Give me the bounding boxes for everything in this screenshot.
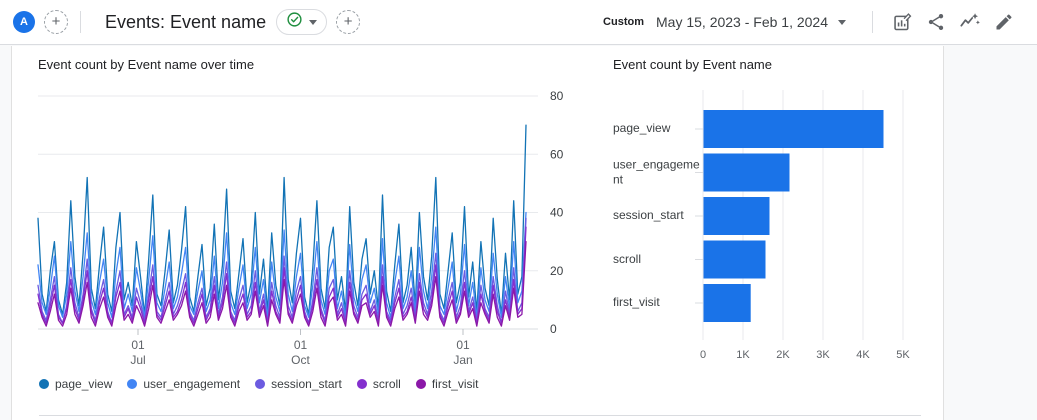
date-mode-label: Custom (603, 16, 644, 28)
bar-category-label: scroll (613, 251, 642, 266)
svg-text:3K: 3K (816, 349, 830, 361)
analytics-exploration-page: A + Events: Event name + Custom May 15, … (0, 0, 1037, 420)
svg-text:01: 01 (294, 338, 308, 352)
date-range-selector[interactable]: May 15, 2023 - Feb 1, 2024 (656, 14, 828, 30)
share-icon (928, 14, 944, 30)
bar-category-label: first_visit (613, 295, 660, 310)
legend-item: page_view (39, 377, 112, 391)
bar[interactable] (703, 153, 790, 192)
insights-icon (960, 13, 980, 27)
svg-text:40: 40 (550, 206, 564, 220)
legend-item: scroll (356, 377, 401, 391)
svg-text:20: 20 (550, 264, 564, 278)
add-card-button[interactable]: + (336, 10, 361, 34)
svg-text:60: 60 (550, 147, 564, 161)
legend-dot-icon (127, 379, 138, 389)
header-divider (80, 11, 81, 33)
bar[interactable] (703, 284, 751, 322)
legend-dot-icon (356, 379, 367, 389)
bar-category-label: page_view (613, 121, 671, 136)
date-range-caret-icon[interactable] (838, 19, 846, 25)
exploration-canvas: Event count by Event name over time 0 20 4… (11, 46, 944, 420)
legend-label: scroll (372, 377, 401, 391)
page-title: Events: Event name (105, 11, 267, 32)
legend-label: first_visit (431, 377, 479, 391)
status-badge[interactable] (276, 9, 328, 35)
header-bar: A + Events: Event name + Custom May 15, … (0, 0, 1037, 45)
svg-text:01: 01 (456, 338, 470, 352)
header-actions: Custom May 15, 2023 - Feb 1, 2024 (603, 7, 1037, 37)
legend-item: session_start (255, 377, 342, 391)
svg-text:Oct: Oct (291, 353, 310, 367)
edit-button[interactable] (987, 7, 1021, 37)
legend-label: session_start (271, 377, 342, 391)
legend-dot-icon (255, 379, 266, 389)
legend-label: user_engagement (143, 377, 241, 391)
bar-chart-category-labels: page_view user_engagement session_startscr… (613, 46, 701, 420)
chevron-down-icon (309, 19, 318, 25)
legend-item: first_visit (415, 377, 479, 391)
legend-item: user_engagement (127, 377, 240, 391)
legend-dot-icon (39, 379, 49, 389)
svg-text:4K: 4K (856, 349, 870, 361)
edit-pencil-icon (996, 14, 1012, 30)
svg-text:2K: 2K (776, 349, 790, 361)
svg-text:0: 0 (550, 322, 557, 336)
insights-button[interactable] (953, 7, 987, 37)
legend-dot-icon (415, 379, 426, 389)
add-tab-button[interactable]: + (44, 10, 68, 34)
card-bottom-divider (39, 415, 921, 416)
line-chart-svg[interactable]: 02040608001Jul01Oct01Jan (37, 86, 583, 378)
bar[interactable] (703, 240, 766, 279)
legend-label: page_view (55, 377, 113, 391)
avatar[interactable]: A (13, 11, 35, 33)
toolbar-divider (872, 11, 873, 33)
svg-text:1K: 1K (736, 349, 750, 361)
line-chart-legend: page_view user_engagement session_start scr… (39, 377, 479, 391)
customize-report-icon (893, 12, 911, 30)
share-button[interactable] (919, 7, 953, 37)
svg-text:01: 01 (131, 338, 145, 352)
svg-text:80: 80 (550, 89, 564, 103)
bar[interactable] (703, 197, 770, 235)
bar-category-label: session_start (613, 208, 684, 223)
bar[interactable] (703, 110, 884, 148)
check-circle-icon (286, 11, 303, 33)
line-chart-title: Event count by Event name over time (38, 57, 255, 72)
svg-text:Jul: Jul (130, 353, 145, 367)
bar-category-label: user_engagement (613, 156, 700, 187)
svg-text:5K: 5K (896, 349, 910, 361)
svg-text:Jan: Jan (453, 353, 472, 367)
customize-report-button[interactable] (885, 7, 919, 37)
